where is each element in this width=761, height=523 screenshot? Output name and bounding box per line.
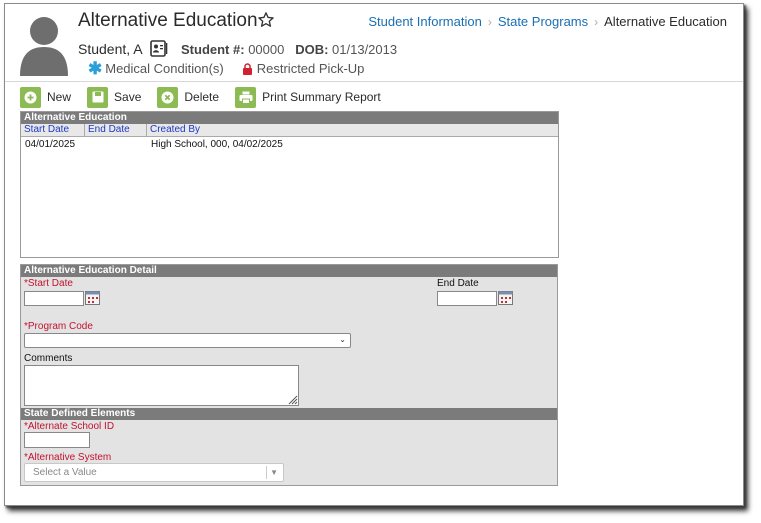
alternative-education-detail: Alternative Education Detail *Start Date… [20,264,558,486]
breadcrumb-current: Alternative Education [604,14,727,29]
column-header-created-by[interactable]: Created By [147,124,558,136]
end-date-input[interactable] [437,291,497,306]
student-number: 00000 [248,42,285,57]
program-code-label: *Program Code [24,321,93,332]
end-date-label: End Date [437,278,479,289]
page-title: Alternative Education [78,10,258,31]
floppy-disk-icon [87,86,109,108]
student-flags: ✱ Medical Condition(s) Restricted Pick-U… [88,58,365,78]
id-card-icon[interactable] [150,40,168,57]
program-code-select[interactable]: ⌄ [24,333,351,348]
breadcrumb: Student Information › State Programs › A… [368,14,727,29]
delete-button-label: Delete [184,90,220,104]
alternative-system-placeholder: Select a Value [33,467,97,478]
detail-panel-title: Alternative Education Detail [21,265,557,277]
chevron-right-icon: › [594,14,599,29]
new-button-label: New [47,90,72,104]
cell-created-by: High School, 000, 04/02/2025 [151,139,283,150]
list-panel-title: Alternative Education [21,112,558,124]
chevron-down-icon: ▼ [270,468,278,477]
x-circle-icon [157,86,179,108]
save-button[interactable]: Save [87,86,142,108]
cell-end-date [85,138,147,152]
cell-start-date: 04/01/2025 [25,139,76,150]
breadcrumb-student-information[interactable]: Student Information [368,14,481,29]
student-meta: Student #: 00000 DOB: 01/13/2013 [181,42,397,57]
alternative-education-list: Alternative Education Start Date End Dat… [20,111,559,258]
table-row[interactable]: 04/01/2025 High School, 000, 04/02/2025 [21,138,558,152]
column-header-end-date[interactable]: End Date [85,124,147,136]
student-header: Alternative Education Student Informatio… [5,4,743,82]
comments-textarea[interactable] [24,365,299,406]
print-summary-report-button[interactable]: Print Summary Report [235,86,381,108]
app-window: Alternative Education Student Informatio… [4,3,744,506]
action-toolbar: New Save Delete Print Summary Report [20,86,397,108]
resize-grip-icon[interactable] [287,394,298,405]
print-summary-report-label: Print Summary Report [262,90,381,104]
plus-circle-icon [20,86,41,108]
printer-icon [235,86,257,108]
save-button-label: Save [114,90,142,104]
delete-button[interactable]: Delete [157,86,220,108]
flag-restricted-pickup[interactable]: Restricted Pick-Up [257,61,365,76]
student-dob: 01/13/2013 [332,42,398,57]
flag-medical-condition[interactable]: Medical Condition(s) [105,61,224,76]
lock-icon [242,62,252,75]
start-date-input[interactable] [24,291,84,306]
breadcrumb-state-programs[interactable]: State Programs [498,14,588,29]
asterisk-icon: ✱ [88,58,103,78]
student-number-label: Student #: [181,42,245,57]
column-header-start-date[interactable]: Start Date [21,124,85,136]
person-silhouette-icon [20,17,68,76]
alternative-system-select[interactable]: Select a Value ▼ [24,463,284,482]
star-outline-icon[interactable] [257,11,275,29]
start-date-label: *Start Date [24,278,73,289]
student-name: Student, A [78,41,143,57]
dob-label: DOB: [295,42,329,57]
alternate-school-id-label: *Alternate School ID [24,421,115,432]
alternative-system-label: *Alternative System [24,452,112,463]
select-divider [266,466,267,479]
list-column-headers: Start Date End Date Created By [21,124,558,137]
alternate-school-id-input[interactable] [24,432,90,448]
comments-label: Comments [24,353,73,364]
state-defined-elements-title: State Defined Elements [21,408,557,420]
calendar-icon[interactable] [498,291,513,305]
new-button[interactable]: New [20,86,72,108]
chevron-down-icon: ⌄ [339,335,346,344]
calendar-icon[interactable] [85,291,100,305]
chevron-right-icon: › [487,14,492,29]
